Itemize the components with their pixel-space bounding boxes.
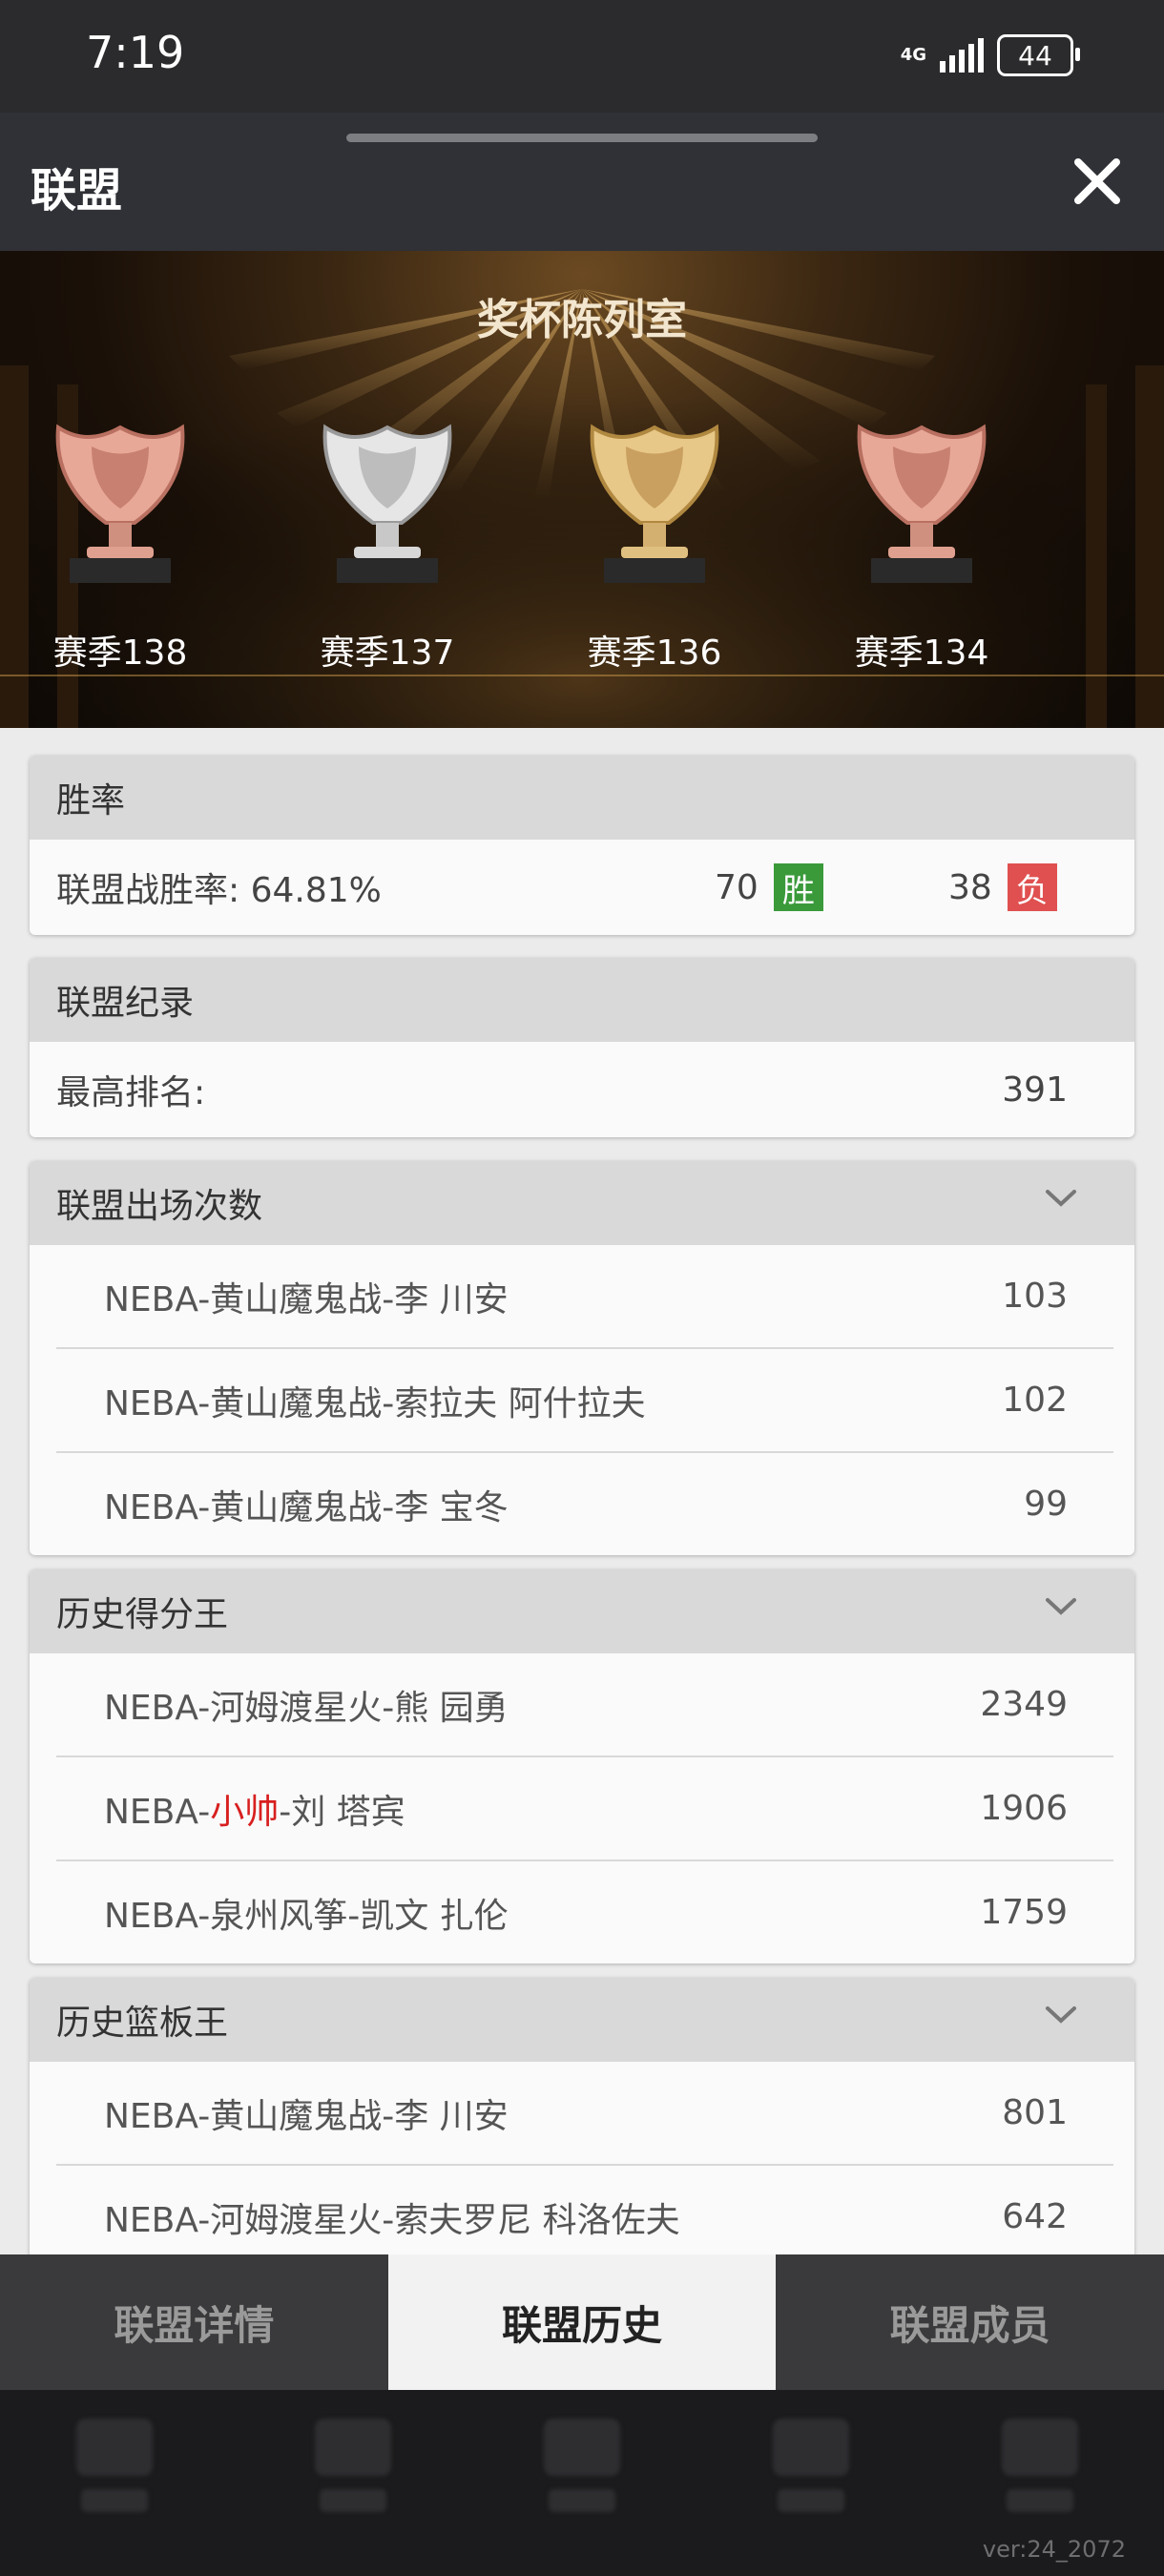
- card-title: 联盟纪录: [56, 984, 195, 1023]
- tab-league-members[interactable]: 联盟成员: [776, 2254, 1164, 2390]
- battery-level: 44: [1018, 39, 1052, 72]
- sheet-header: 联盟: [0, 113, 1164, 251]
- card-header: 联盟纪录: [30, 958, 1134, 1042]
- best-rank-row: 最高排名: 391: [30, 1042, 1134, 1137]
- status-bar: 7:19 4G 44: [0, 0, 1164, 113]
- background-dock: ver:24_2072: [0, 2390, 1164, 2576]
- bronze-trophy-icon: [857, 424, 987, 583]
- trophy-hall: 奖杯陈列室 赛季138 赛季137 赛季136 赛季134: [0, 251, 1164, 728]
- points-value: 1906: [980, 1789, 1068, 1828]
- appearances-header[interactable]: 联盟出场次数: [30, 1161, 1134, 1245]
- list-item: NEBA-河姆渡星火-索夫罗尼 科洛佐夫 642: [56, 2166, 1113, 2268]
- losses-stat: 38 负: [948, 863, 1057, 911]
- chevron-down-icon[interactable]: [1045, 1596, 1077, 1617]
- best-rank-label: 最高排名:: [56, 1073, 206, 1112]
- name-suffix: -刘 塔宾: [279, 1792, 405, 1832]
- signal-icon: [940, 38, 984, 73]
- trophy-season-134[interactable]: 赛季134: [836, 418, 1008, 675]
- losses-count: 38: [948, 867, 992, 907]
- rebounds-value: 642: [1002, 2197, 1068, 2236]
- version-label: ver:24_2072: [982, 2536, 1126, 2563]
- trophy-season-138[interactable]: 赛季138: [34, 418, 206, 675]
- dock-item-blurred: [763, 2419, 859, 2533]
- appearance-count: 102: [1002, 1381, 1068, 1420]
- status-time: 7:19: [86, 27, 185, 78]
- dock-item-blurred: [534, 2419, 630, 2533]
- bronze-trophy-icon: [55, 424, 185, 583]
- chevron-down-icon[interactable]: [1045, 2005, 1077, 2025]
- list-item: NEBA-黄山魔鬼战-李 川安 801: [56, 2062, 1113, 2166]
- list-item: NEBA-黄山魔鬼战-李 川安 103: [56, 1245, 1113, 1349]
- player-name: NEBA-小帅-刘 塔宾: [104, 1784, 980, 1834]
- bottom-tab-bar: 联盟详情 联盟历史 联盟成员: [0, 2254, 1164, 2390]
- tab-league-details[interactable]: 联盟详情: [0, 2254, 388, 2390]
- dock-item-blurred: [992, 2419, 1088, 2533]
- player-name: NEBA-黄山魔鬼战-索拉夫 阿什拉夫: [104, 1383, 646, 1423]
- dock-item-blurred: [67, 2419, 162, 2533]
- wins-count: 70: [715, 867, 759, 907]
- rebounds-value: 801: [1002, 2093, 1068, 2132]
- wins-stat: 70 胜: [715, 863, 823, 911]
- chevron-down-icon[interactable]: [1045, 1188, 1077, 1209]
- list-item: NEBA-黄山魔鬼战-索拉夫 阿什拉夫 102: [56, 1349, 1113, 1453]
- list-item: NEBA-泉州风筝-凯文 扎伦 1759: [56, 1861, 1113, 1963]
- win-rate-card: 胜率 联盟战胜率: 64.81% 70 胜 38 负: [30, 756, 1134, 935]
- top-scorers-header[interactable]: 历史得分王: [30, 1569, 1134, 1653]
- list-item: NEBA-河姆渡星火-熊 园勇 2349: [56, 1653, 1113, 1757]
- list-item: NEBA-黄山魔鬼战-李 宝冬 99: [56, 1453, 1113, 1555]
- gold-trophy-icon: [590, 424, 719, 583]
- trophy-season-136[interactable]: 赛季136: [569, 418, 740, 675]
- top-rebounders-card: 历史篮板王 NEBA-黄山魔鬼战-李 川安 801 NEBA-河姆渡星火-索夫罗…: [30, 1978, 1134, 2268]
- trophy-label: 赛季136: [587, 634, 722, 673]
- trophy-label: 赛季134: [854, 634, 989, 673]
- close-icon: [1074, 158, 1120, 204]
- player-name: NEBA-黄山魔鬼战-李 川安: [104, 1279, 509, 1319]
- silver-trophy-icon: [322, 424, 452, 583]
- list-item: NEBA-小帅-刘 塔宾 1906: [56, 1757, 1113, 1861]
- appearances-card: 联盟出场次数 NEBA-黄山魔鬼战-李 川安 103 NEBA-黄山魔鬼战-索拉…: [30, 1161, 1134, 1555]
- win-rate-label: 联盟战胜率: 64.81%: [56, 871, 382, 910]
- trophy-season-137[interactable]: 赛季137: [301, 418, 473, 675]
- player-name: NEBA-河姆渡星火-索夫罗尼 科洛佐夫: [104, 2200, 680, 2240]
- best-rank-value: 391: [1002, 1070, 1068, 1110]
- win-badge: 胜: [773, 863, 823, 911]
- player-name: NEBA-黄山魔鬼战-李 川安: [104, 2096, 509, 2136]
- trophy-label: 赛季137: [320, 634, 455, 673]
- trophy-hall-title: 奖杯陈列室: [477, 296, 687, 344]
- close-button[interactable]: [1070, 155, 1124, 208]
- card-title: 联盟出场次数: [56, 1187, 263, 1226]
- page-title: 联盟: [31, 164, 123, 218]
- points-value: 1759: [980, 1893, 1068, 1932]
- league-record-card: 联盟纪录 最高排名: 391: [30, 958, 1134, 1137]
- appearance-count: 99: [1024, 1485, 1068, 1524]
- win-rate-row: 联盟战胜率: 64.81% 70 胜 38 负: [30, 840, 1134, 935]
- top-rebounders-header[interactable]: 历史篮板王: [30, 1978, 1134, 2062]
- name-prefix: NEBA-: [104, 1792, 211, 1832]
- player-name: NEBA-河姆渡星火-熊 园勇: [104, 1688, 509, 1728]
- player-name: NEBA-黄山魔鬼战-李 宝冬: [104, 1487, 509, 1527]
- tab-league-history[interactable]: 联盟历史: [387, 2254, 777, 2390]
- team-name-highlight: 小帅: [210, 1792, 280, 1832]
- trophy-label: 赛季138: [52, 634, 188, 673]
- top-scorers-card: 历史得分王 NEBA-河姆渡星火-熊 园勇 2349 NEBA-小帅-刘 塔宾 …: [30, 1569, 1134, 1963]
- drag-handle[interactable]: [346, 134, 818, 142]
- network-label: 4G: [900, 45, 926, 65]
- dock-item-blurred: [305, 2419, 401, 2533]
- player-name: NEBA-泉州风筝-凯文 扎伦: [104, 1896, 509, 1936]
- league-history-content[interactable]: 胜率 联盟战胜率: 64.81% 70 胜 38 负 联盟纪录 最高排名: 39…: [0, 728, 1164, 2268]
- loss-badge: 负: [1007, 863, 1057, 911]
- appearance-count: 103: [1002, 1277, 1068, 1316]
- battery-icon: 44: [997, 34, 1080, 76]
- points-value: 2349: [980, 1685, 1068, 1724]
- card-title: 历史得分王: [56, 1595, 229, 1634]
- card-title: 胜率: [56, 781, 126, 821]
- status-icons: 4G 44: [900, 34, 1080, 76]
- card-header: 胜率: [30, 756, 1134, 840]
- card-title: 历史篮板王: [56, 2004, 229, 2043]
